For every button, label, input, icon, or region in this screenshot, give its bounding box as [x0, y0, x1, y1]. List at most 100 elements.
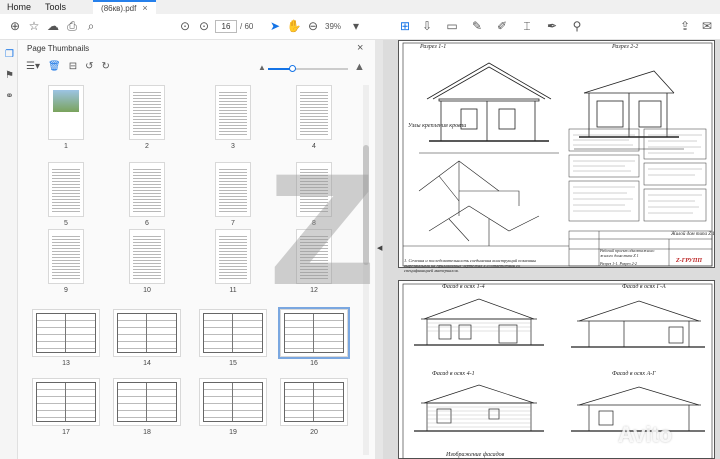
title-block-sheet-name: Разрез 1-1. Разрез 2-2 [600, 261, 637, 266]
text-preview [300, 90, 328, 135]
thumbnail-page-number: 9 [64, 287, 68, 294]
hand-tool-icon[interactable]: ✋ [287, 19, 302, 33]
text-preview [133, 167, 161, 212]
drawing-preview [36, 382, 96, 422]
share-icon[interactable]: ⇪ [678, 19, 692, 33]
zoom-dropdown-icon[interactable]: ▾ [349, 19, 363, 33]
print-icon[interactable]: ⎙ [65, 19, 79, 33]
title-block-project: Рабочий проект одноэтажного жилого дома … [600, 248, 655, 258]
previous-page-icon[interactable]: ⊙ [178, 19, 192, 33]
facade-2-label: Фасад в осях Г-А [622, 284, 666, 290]
menu-bar: Home Tools (86кв).pdf × [0, 0, 720, 14]
panel-title: Page Thumbnails [27, 44, 90, 53]
large-thumbnail-icon: ▲ [354, 61, 365, 73]
zoom-out-icon[interactable]: ⊖ [306, 19, 320, 33]
text-preview [219, 167, 247, 212]
drawing-note: 1. Сечения и последовательность соединен… [404, 258, 537, 273]
drawing-preview [36, 313, 96, 353]
slider-knob[interactable] [289, 65, 296, 72]
section-1-label: Разрез 1-1 [420, 44, 447, 50]
panel-scrollbar[interactable] [363, 85, 369, 455]
create-pdf-icon[interactable]: ⊕ [8, 19, 22, 33]
document-tab[interactable]: (86кв).pdf × [93, 0, 156, 14]
page-thumbnail[interactable] [199, 309, 267, 357]
page-thumbnail[interactable] [296, 229, 332, 284]
thumbnail-page-number: 4 [312, 143, 316, 150]
page-thumbnail[interactable] [129, 162, 165, 217]
menu-tools[interactable]: Tools [38, 2, 73, 12]
next-page-icon[interactable]: ⊙ [197, 19, 211, 33]
page-thumbnail[interactable] [215, 85, 251, 140]
text-preview [52, 167, 80, 212]
drawing-preview [284, 382, 344, 422]
draw-icon[interactable]: ✐ [495, 19, 509, 33]
thumbnail-page-number: 7 [231, 220, 235, 227]
drawing-preview [117, 313, 177, 353]
title-block-name: Жилой дом типа Z 1 [671, 232, 715, 237]
thumbnail-page-number: 2 [145, 143, 149, 150]
facades-bottom-label: Изображение фасадов [446, 452, 505, 458]
page-thumbnail[interactable] [129, 229, 165, 284]
close-panel-icon[interactable]: × [357, 42, 363, 54]
thumbnail-page-number: 12 [310, 287, 318, 294]
attachments-icon[interactable]: ⚭ [4, 91, 15, 102]
panel-tools: ☰▾ 🗑 ⊟ ↺ ↻ [26, 61, 110, 72]
page-thumbnail[interactable] [32, 309, 100, 357]
page-thumbnail[interactable] [48, 85, 84, 140]
delete-page-icon[interactable]: 🗑 [48, 61, 61, 72]
scrollbar-thumb[interactable] [363, 145, 369, 265]
thumbnail-page-number: 8 [312, 220, 316, 227]
facade-1-label: Фасад в осях 1-4 [442, 284, 485, 290]
page-thumbnail[interactable] [296, 85, 332, 140]
mail-icon[interactable]: ✉ [700, 19, 714, 33]
page-thumbnail[interactable] [278, 307, 350, 359]
thumbnail-page-number: 5 [64, 220, 68, 227]
scroll-mode-icon[interactable]: ⇩ [420, 19, 434, 33]
page-thumbnail[interactable] [48, 229, 84, 284]
fit-page-icon[interactable]: ⊞ [398, 19, 412, 33]
thumbnails-panel: Page Thumbnails × ☰▾ 🗑 ⊟ ↺ ↻ ▲ ▲ 1234567… [18, 40, 375, 459]
highlight-icon[interactable]: ✎ [470, 19, 484, 33]
facade-4-label: Фасад в осях А-Г [612, 371, 656, 377]
page-thumbnails-icon[interactable]: ❐ [4, 49, 15, 60]
stamp-icon[interactable]: ⚲ [570, 19, 584, 33]
cover-photo [53, 90, 79, 112]
close-tab-icon[interactable]: × [142, 3, 147, 13]
page-thumbnail[interactable] [48, 162, 84, 217]
text-edit-icon[interactable]: ⌶ [520, 19, 534, 33]
thumbnail-page-number: 14 [143, 360, 151, 367]
page-thumbnail[interactable] [199, 378, 267, 426]
thumbnail-page-number: 10 [143, 287, 151, 294]
page-thumbnail[interactable] [113, 309, 181, 357]
thumbnail-page-number: 20 [310, 429, 318, 436]
bookmarks-icon[interactable]: ⚑ [4, 70, 15, 81]
bookmark-star-icon[interactable]: ☆ [27, 19, 41, 33]
thumbnail-size-slider[interactable] [268, 65, 348, 72]
upload-cloud-icon[interactable]: ☁ [46, 19, 60, 33]
rotate-right-icon[interactable]: ↻ [101, 61, 109, 72]
select-cursor-icon[interactable]: ➤ [268, 19, 282, 33]
options-menu-icon[interactable]: ☰▾ [26, 61, 40, 72]
page-thumbnail[interactable] [215, 162, 251, 217]
page-thumbnail[interactable] [32, 378, 100, 426]
thumbnail-page-number: 18 [143, 429, 151, 436]
collapse-arrow-icon[interactable]: ◀ [377, 244, 382, 252]
zoom-level[interactable]: 39% [325, 22, 341, 31]
insert-page-icon[interactable]: ⊟ [69, 61, 77, 72]
page-thumbnail[interactable] [113, 378, 181, 426]
sign-icon[interactable]: ✒ [545, 19, 559, 33]
search-icon[interactable]: ⌕ [84, 19, 98, 33]
comment-icon[interactable]: ▭ [445, 19, 459, 33]
page-number-input[interactable]: 16 [215, 20, 237, 33]
page-thumbnail[interactable] [280, 378, 348, 426]
rotate-left-icon[interactable]: ↺ [85, 61, 93, 72]
page-thumbnail[interactable] [215, 229, 251, 284]
page-thumbnail[interactable] [129, 85, 165, 140]
text-preview [219, 90, 247, 135]
drawing-sheet-1-graphics [402, 42, 713, 267]
page-thumbnail[interactable] [296, 162, 332, 217]
drawing-preview [284, 313, 344, 353]
menu-home[interactable]: Home [0, 2, 38, 12]
thumbnail-page-number: 1 [64, 143, 68, 150]
thumbnail-page-number: 15 [229, 360, 237, 367]
